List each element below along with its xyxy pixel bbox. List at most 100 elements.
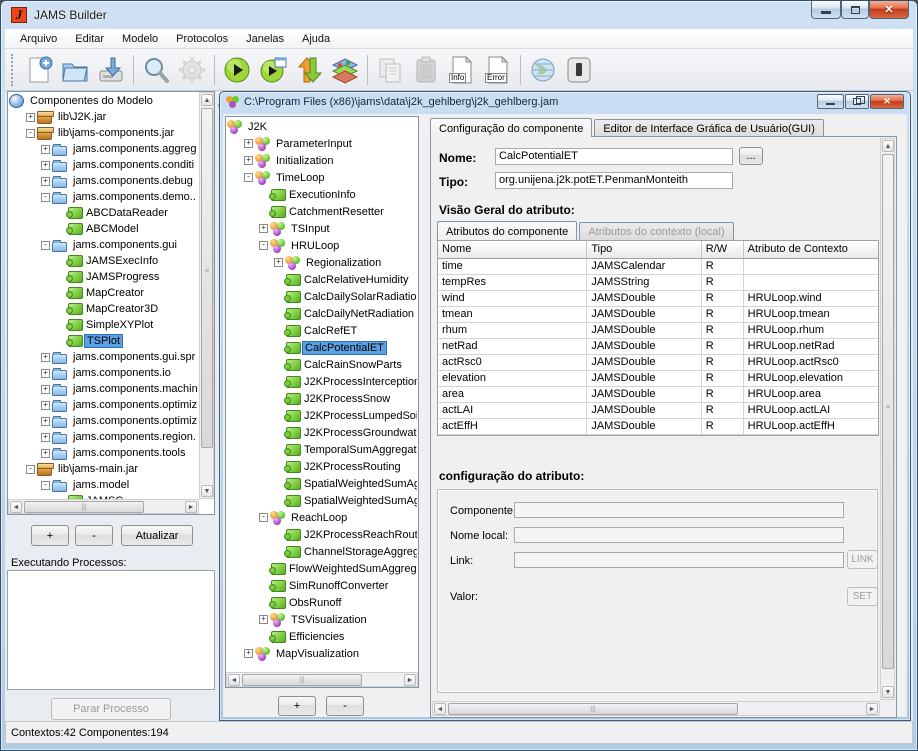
settings-button[interactable] (174, 52, 210, 88)
column-header-tipo[interactable]: Tipo (587, 241, 701, 258)
tree-node-lib-j2k-jar[interactable]: +lib\J2K.jar (9, 109, 199, 125)
tree-node-spatialweightedsumaggr[interactable]: SpatialWeightedSumAggr (227, 475, 417, 492)
tree-node-tsvisualization[interactable]: +TSVisualization (227, 611, 417, 628)
column-header-r-w[interactable]: R/W (702, 241, 744, 258)
tree-node-catchmentresetter[interactable]: CatchmentResetter (227, 203, 417, 220)
maximize-button[interactable] (841, 1, 869, 19)
expand-handle-icon[interactable]: + (242, 649, 255, 658)
table-row[interactable]: actLAIJAMSDoubleRHRULoop.actLAI (438, 403, 878, 419)
search-button[interactable] (138, 52, 174, 88)
scroll-down-arrow[interactable]: ▼ (882, 686, 894, 698)
set-button[interactable]: SET (847, 587, 878, 606)
tree-node-initialization[interactable]: +Initialization (227, 152, 417, 169)
local-name-field[interactable] (514, 527, 844, 543)
expand-handle-icon[interactable]: + (39, 401, 52, 410)
scroll-left-arrow[interactable]: ◄ (10, 501, 22, 513)
tab-component-attributes[interactable]: Atributos do componente (437, 221, 577, 240)
menu-janelas[interactable]: Janelas (237, 31, 293, 47)
run-model-button[interactable] (219, 52, 255, 88)
stop-process-button[interactable]: Parar Processo (51, 698, 171, 720)
collapse-handle-icon[interactable]: - (257, 513, 270, 522)
tree-node-regionalization[interactable]: +Regionalization (227, 254, 417, 271)
tree-node-spatialweightedsumaggr[interactable]: SpatialWeightedSumAggr (227, 492, 417, 509)
scroll-right-arrow[interactable]: ► (185, 501, 197, 513)
tree-node-jams-components-gui-spr[interactable]: +jams.components.gui.spr (9, 349, 199, 365)
expand-handle-icon[interactable]: + (242, 139, 255, 148)
library-tree-vscrollbar[interactable]: ▲ ≡ ▼ (199, 92, 214, 499)
tree-node-calcdailysolarradiation[interactable]: CalcDailySolarRadiation (227, 288, 417, 305)
tree-node-jams-components-optimiz[interactable]: +jams.components.optimiz (9, 397, 199, 413)
tree-node-executioninfo[interactable]: ExecutionInfo (227, 186, 417, 203)
tree-node-jams-components-optimiz[interactable]: +jams.components.optimiz (9, 413, 199, 429)
error-log-button[interactable]: Error (480, 52, 516, 88)
tree-node-jams-components-region-[interactable]: +jams.components.region. (9, 429, 199, 445)
model-restore-button[interactable] (845, 94, 869, 109)
minimize-button[interactable] (811, 1, 841, 19)
tree-node-obsrunoff[interactable]: ObsRunoff (227, 594, 417, 611)
tree-node-channelstorageaggregat[interactable]: ChannelStorageAggregat (227, 543, 417, 560)
scroll-right-arrow[interactable]: ► (866, 703, 878, 715)
table-row[interactable]: timeJAMSCalendarR (438, 259, 878, 275)
expand-handle-icon[interactable]: + (257, 615, 270, 624)
tree-node-temporalsumaggregator[interactable]: TemporalSumAggregator (227, 441, 417, 458)
model-upload-download-button[interactable] (291, 52, 327, 88)
collapse-handle-icon[interactable]: - (39, 241, 52, 250)
tree-node-tsplot[interactable]: TSPlot (9, 333, 199, 349)
tree-node-calcrefet[interactable]: CalcRefET (227, 322, 417, 339)
tree-node-abcdatareader[interactable]: ABCDataReader (9, 205, 199, 221)
expand-handle-icon[interactable]: + (24, 113, 37, 122)
tree-node-calcdailynetradiation[interactable]: CalcDailyNetRadiation (227, 305, 417, 322)
info-log-button[interactable]: Info (444, 52, 480, 88)
map-layers-button[interactable] (327, 52, 363, 88)
tree-node-timeloop[interactable]: -TimeLoop (227, 169, 417, 186)
tree-node-j2kprocesslumpedsoilwa[interactable]: J2KProcessLumpedSoilWa (227, 407, 417, 424)
tree-node-j2k[interactable]: J2K (227, 118, 417, 135)
expand-handle-icon[interactable]: + (39, 161, 52, 170)
table-row[interactable]: tempResJAMSStringR (438, 275, 878, 291)
link-field[interactable] (514, 552, 844, 568)
tree-node-j2kprocessreachrouting[interactable]: J2KProcessReachRouting (227, 526, 417, 543)
library-remove-button[interactable]: - (75, 525, 113, 546)
tree-node-jams-components-demo-[interactable]: -jams.components.demo.. (9, 189, 199, 205)
table-row[interactable]: actRsc0JAMSDoubleRHRULoop.actRsc0 (438, 355, 878, 371)
tree-node-j2kprocessrouting[interactable]: J2KProcessRouting (227, 458, 417, 475)
tree-node-lib-jams-components-jar[interactable]: -lib\jams-components.jar (9, 125, 199, 141)
web-button[interactable] (525, 52, 561, 88)
menu-protocolos[interactable]: Protocolos (167, 31, 237, 47)
tree-node-simplexyplot[interactable]: SimpleXYPlot (9, 317, 199, 333)
model-minimize-button[interactable] (817, 94, 844, 109)
collapse-handle-icon[interactable]: - (24, 129, 37, 138)
collapse-handle-icon[interactable]: - (257, 241, 270, 250)
table-row[interactable]: netRadJAMSDoubleRHRULoop.netRad (438, 339, 878, 355)
component-field[interactable] (514, 502, 844, 518)
close-button[interactable]: ✕ (869, 1, 909, 19)
expand-handle-icon[interactable]: + (257, 224, 270, 233)
table-row[interactable]: tmeanJAMSDoubleRHRULoop.tmean (438, 307, 878, 323)
table-row[interactable]: windJAMSDoubleRHRULoop.wind (438, 291, 878, 307)
link-button[interactable]: LINK (847, 550, 878, 569)
library-tree-hscrollbar[interactable]: ◄ ||| ► (8, 499, 199, 514)
collapse-handle-icon[interactable]: - (39, 193, 52, 202)
collapse-handle-icon[interactable]: - (39, 481, 52, 490)
expand-handle-icon[interactable]: + (39, 417, 52, 426)
tree-node-jams-components-debug[interactable]: +jams.components.debug (9, 173, 199, 189)
menu-ajuda[interactable]: Ajuda (293, 31, 339, 47)
library-refresh-button[interactable]: Atualizar (121, 525, 193, 546)
copy-button[interactable] (372, 52, 408, 88)
expand-handle-icon[interactable]: + (39, 353, 52, 362)
menu-modelo[interactable]: Modelo (113, 31, 167, 47)
column-header-nome[interactable]: Nome (438, 241, 587, 258)
table-row[interactable]: rhumJAMSDoubleRHRULoop.rhum (438, 323, 878, 339)
table-row[interactable]: actEffHJAMSDoubleRHRULoop.actEffH (438, 419, 878, 435)
toolbar-drag-handle[interactable] (11, 54, 16, 86)
new-model-button[interactable] (21, 52, 57, 88)
tree-node-j2kprocessinterception[interactable]: J2KProcessInterception (227, 373, 417, 390)
open-model-button[interactable] (57, 52, 93, 88)
expand-handle-icon[interactable]: + (39, 177, 52, 186)
model-add-button[interactable]: + (278, 696, 316, 716)
expand-handle-icon[interactable]: + (39, 385, 52, 394)
tree-node-jams-components-gui[interactable]: -jams.components.gui (9, 237, 199, 253)
tree-node-jams-components-io[interactable]: +jams.components.io (9, 365, 199, 381)
tree-node-jams-components-tools[interactable]: +jams.components.tools (9, 445, 199, 461)
column-header-atributo-de-contexto[interactable]: Atributo de Contexto (744, 241, 878, 258)
